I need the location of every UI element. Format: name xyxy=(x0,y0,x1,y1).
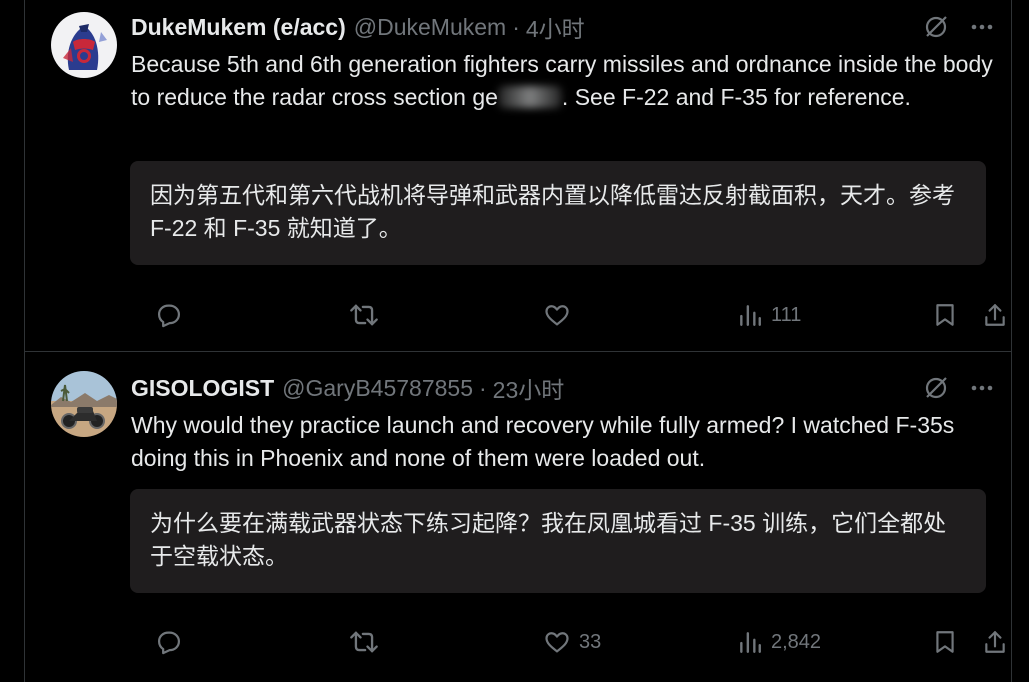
bookmark-button[interactable] xyxy=(932,300,958,330)
author-name[interactable]: GISOLOGIST xyxy=(131,375,274,402)
repost-button[interactable] xyxy=(349,627,379,657)
author-name[interactable]: DukeMukem (e/acc) xyxy=(131,14,346,41)
avatar[interactable] xyxy=(51,12,117,78)
avatar[interactable] xyxy=(51,371,117,437)
author-handle[interactable]: @DukeMukem xyxy=(354,14,506,41)
share-icon xyxy=(985,304,1005,326)
translation-box: 为什么要在满载武器状态下练习起降？我在凤凰城看过 F-35 训练，它们全都处于空… xyxy=(130,489,986,593)
grok-icon[interactable] xyxy=(923,375,949,401)
reply-icon xyxy=(157,304,181,328)
reply-button[interactable] xyxy=(155,300,183,330)
repost-button[interactable] xyxy=(349,300,379,330)
views-chart-icon xyxy=(740,632,761,653)
post-text-after-redaction: . See F-22 and F-35 for reference. xyxy=(561,84,911,110)
like-button[interactable]: 33 xyxy=(543,627,601,657)
timestamp[interactable]: 23小时 xyxy=(493,371,565,405)
bookmark-icon xyxy=(936,631,954,653)
post-header: DukeMukem (e/acc) @DukeMukem · 4小时 xyxy=(131,12,995,42)
view-count: 111 xyxy=(771,303,802,326)
captain-america-avatar-icon xyxy=(51,12,117,78)
post-text: Why would they practice launch and recov… xyxy=(131,412,955,471)
redacted-word-blur xyxy=(497,86,562,108)
separator: · xyxy=(512,13,520,40)
post-actions: 111 xyxy=(131,300,1007,330)
share-icon xyxy=(985,631,1005,653)
share-button[interactable] xyxy=(982,300,1008,330)
more-options-icon[interactable] xyxy=(969,375,995,401)
repost-icon xyxy=(350,631,378,653)
post-text: Because 5th and 6th generation fighters … xyxy=(131,48,1001,114)
motorcycle-desert-avatar-icon xyxy=(51,371,117,437)
author-handle[interactable]: @GaryB45787855 xyxy=(282,375,473,402)
views-button[interactable]: 2,842 xyxy=(737,627,821,657)
repost-icon xyxy=(350,304,378,326)
separator: · xyxy=(479,374,487,401)
heart-icon xyxy=(545,632,569,653)
translation-box: 因为第五代和第六代战机将导弹和武器内置以降低雷达反射截面积，天才。参考 F-22… xyxy=(130,161,986,265)
grok-icon[interactable] xyxy=(923,14,949,40)
post-header: GISOLOGIST @GaryB45787855 · 23小时 xyxy=(131,373,995,403)
bookmark-button[interactable] xyxy=(932,627,958,657)
reply-icon xyxy=(157,631,181,655)
post-card[interactable]: GISOLOGIST @GaryB45787855 · 23小时 Why wou… xyxy=(25,353,1011,682)
reply-button[interactable] xyxy=(155,627,183,657)
share-button[interactable] xyxy=(982,627,1008,657)
heart-icon xyxy=(545,305,569,326)
views-chart-icon xyxy=(740,305,761,326)
like-count: 33 xyxy=(579,630,602,653)
like-button[interactable] xyxy=(543,300,579,330)
timestamp[interactable]: 4小时 xyxy=(526,10,585,44)
post-card[interactable]: DukeMukem (e/acc) @DukeMukem · 4小时 Becau… xyxy=(25,0,1011,352)
views-button[interactable]: 111 xyxy=(737,300,801,330)
timeline-feed: DukeMukem (e/acc) @DukeMukem · 4小时 Becau… xyxy=(24,0,1012,682)
bookmark-icon xyxy=(936,304,954,326)
post-actions: 33 2,842 xyxy=(131,627,1007,657)
view-count: 2,842 xyxy=(771,630,822,653)
more-options-icon[interactable] xyxy=(969,14,995,40)
